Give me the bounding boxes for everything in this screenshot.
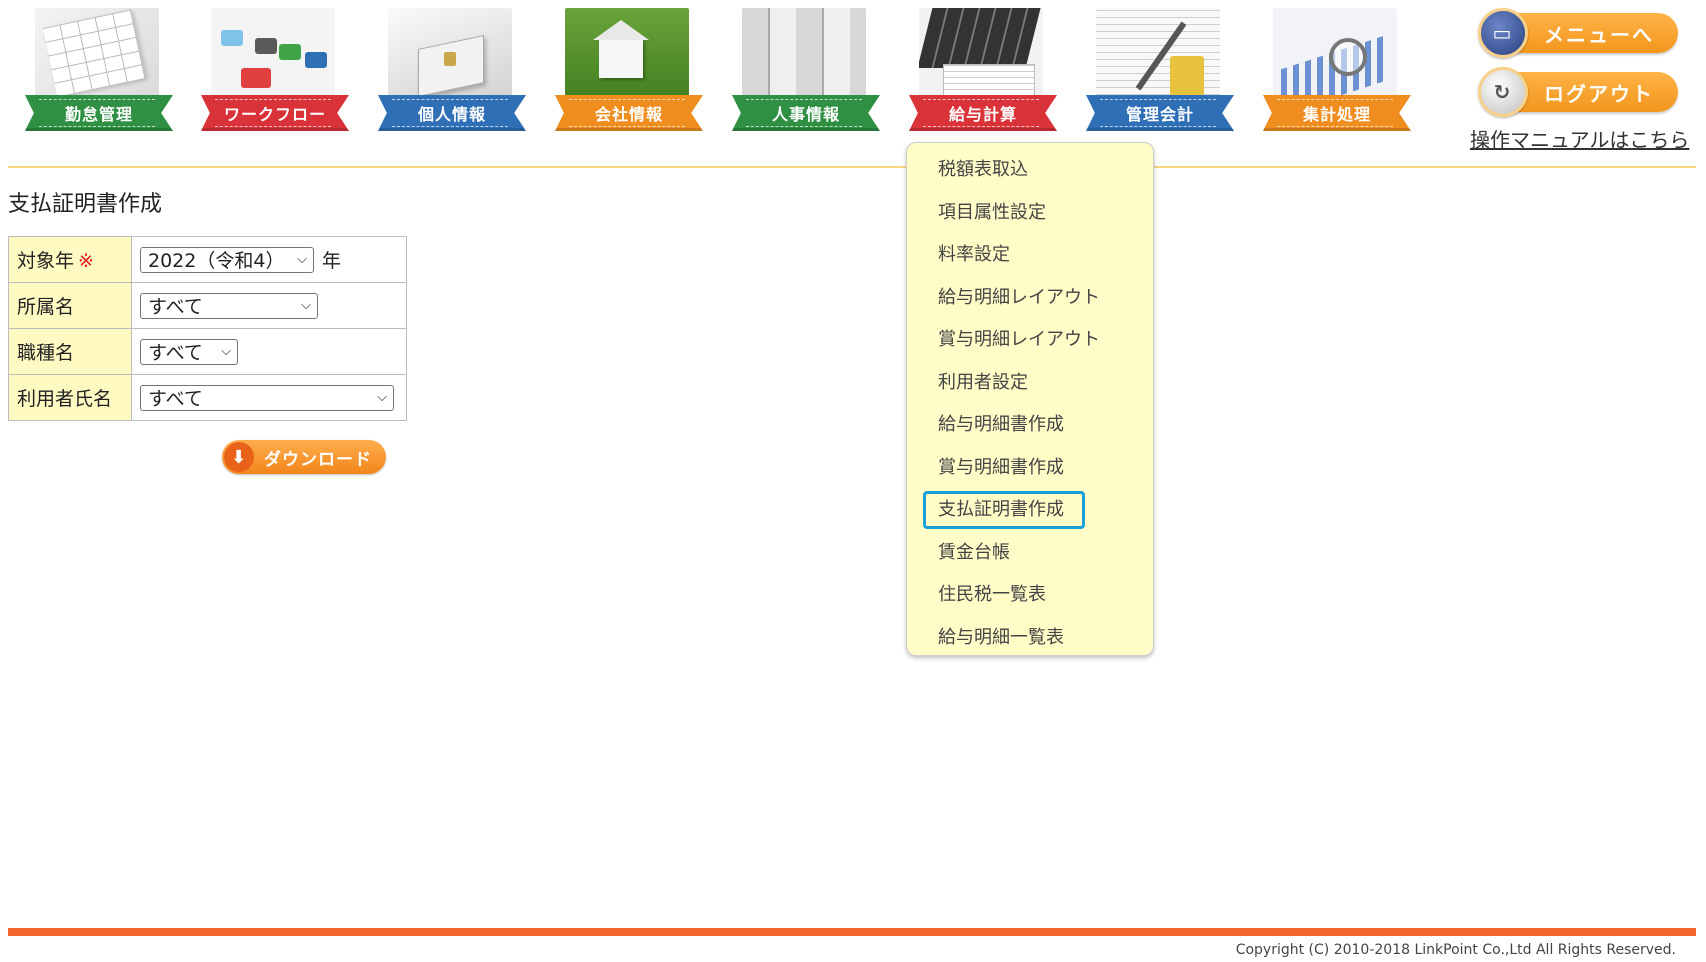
nav-tile-attendance[interactable]: 勤怠管理: [25, 8, 173, 132]
chevron-down-icon: ⌵: [301, 298, 311, 313]
menu-button-label: メニューへ: [1544, 22, 1654, 47]
user-name-select-value: すべて: [148, 388, 203, 410]
user-name-label: 利用者氏名: [17, 388, 113, 410]
year-label: 対象年: [17, 250, 75, 272]
year-label-cell: 対象年 ※: [8, 236, 132, 283]
menu-item-wage-ledger[interactable]: 賃金台帳: [907, 533, 1153, 576]
year-unit: 年: [322, 250, 342, 272]
menu-item-bonus-slip-layout[interactable]: 賞与明細レイアウト: [907, 320, 1153, 363]
menu-item-payment-certificate-creation[interactable]: 支払証明書作成: [907, 490, 1153, 533]
menu-item-item-attribute-settings[interactable]: 項目属性設定: [907, 193, 1153, 236]
form-row-user-name: 利用者氏名 すべて ⌵: [8, 374, 407, 421]
copyright-text: Copyright (C) 2010-2018 LinkPoint Co.,Lt…: [1235, 942, 1676, 958]
download-button[interactable]: ⬇ ダウンロード: [222, 440, 386, 474]
padlock-icon: [388, 8, 512, 108]
nav-label: 会社情報: [594, 105, 663, 124]
logout-button[interactable]: ↻ ログアウト: [1478, 67, 1678, 117]
menu-item-payslip-creation[interactable]: 給与明細書作成: [907, 405, 1153, 448]
form-row-department: 所属名 すべて ⌵: [8, 282, 407, 329]
menu-item-bonus-slip-creation[interactable]: 賞与明細書作成: [907, 448, 1153, 491]
nav-tile-company-info[interactable]: 会社情報: [555, 8, 703, 132]
nav-ribbon-payroll[interactable]: 給与計算: [909, 95, 1057, 131]
nav-ribbon-hr-info[interactable]: 人事情報: [732, 95, 880, 131]
chevron-down-icon: ⌵: [377, 390, 387, 405]
job-type-label-cell: 職種名: [8, 328, 132, 375]
menu-item-payslip-layout[interactable]: 給与明細レイアウト: [907, 278, 1153, 321]
logout-button-label: ログアウト: [1544, 81, 1654, 106]
manual-link[interactable]: 操作マニュアルはこちら: [1470, 124, 1689, 153]
file-cabinet-icon: [742, 8, 866, 108]
menu-icon: ▭: [1478, 8, 1528, 58]
job-type-label: 職種名: [17, 342, 75, 364]
nav-tile-personal-info[interactable]: 個人情報: [378, 8, 526, 132]
ledger-pen-icon: [1096, 8, 1220, 108]
magnifier-chart-icon: [1273, 8, 1397, 108]
department-value-cell: すべて ⌵: [131, 282, 407, 329]
calendar-icon: [35, 8, 159, 108]
payroll-dropdown-menu: 税額表取込 項目属性設定 料率設定 給与明細レイアウト 賞与明細レイアウト 利用…: [906, 142, 1154, 656]
job-type-value-cell: すべて ⌵: [131, 328, 407, 375]
footer-divider: [8, 928, 1696, 936]
menu-item-user-settings[interactable]: 利用者設定: [907, 363, 1153, 406]
chevron-down-icon: ⌵: [297, 252, 307, 267]
house-icon: [565, 8, 689, 108]
nav-tile-payroll[interactable]: 給与計算: [909, 8, 1057, 132]
form-row-job-type: 職種名 すべて ⌵: [8, 328, 407, 375]
download-button-label: ダウンロード: [264, 449, 372, 470]
nav-ribbon-workflow[interactable]: ワークフロー: [201, 95, 349, 131]
year-value-cell: 2022（令和4） ⌵ 年: [131, 236, 407, 283]
nav-label: 個人情報: [417, 105, 486, 124]
menu-item-tax-table-import[interactable]: 税額表取込: [907, 150, 1153, 193]
required-mark: ※: [78, 250, 94, 272]
job-type-select[interactable]: すべて ⌵: [140, 338, 238, 365]
nav-label: 集計処理: [1302, 105, 1371, 124]
search-form: 対象年※ 2022（令和4） ⌵ 年 所属名 すべて ⌵ 職種名 すべて ⌵: [8, 236, 407, 421]
menu-button[interactable]: ▭ メニューへ: [1478, 8, 1678, 58]
department-label: 所属名: [17, 296, 75, 318]
workflow-icon: [211, 8, 335, 108]
nav-label: ワークフロー: [223, 105, 326, 124]
nav-tile-workflow[interactable]: ワークフロー: [201, 8, 349, 132]
menu-item-payslip-list[interactable]: 給与明細一覧表: [907, 618, 1153, 661]
nav-label: 勤怠管理: [64, 105, 133, 124]
dropdown-list: 税額表取込 項目属性設定 料率設定 給与明細レイアウト 賞与明細レイアウト 利用…: [907, 143, 1153, 660]
department-select-value: すべて: [148, 296, 203, 318]
chevron-down-icon: ⌵: [221, 344, 231, 359]
form-row-year: 対象年 ※ 2022（令和4） ⌵ 年: [8, 236, 407, 283]
user-name-label-cell: 利用者氏名: [8, 374, 132, 421]
page-title: 支払証明書作成: [8, 192, 163, 217]
nav-label: 給与計算: [948, 105, 1017, 124]
nav-ribbon-personal-info[interactable]: 個人情報: [378, 95, 526, 131]
nav-label: 管理会計: [1125, 105, 1194, 124]
user-name-value-cell: すべて ⌵: [131, 374, 407, 421]
nav-tile-aggregation[interactable]: 集計処理: [1263, 8, 1411, 132]
nav-ribbon-attendance[interactable]: 勤怠管理: [25, 95, 173, 131]
year-select-value: 2022（令和4）: [148, 250, 285, 272]
header-divider: [8, 166, 1696, 168]
user-name-select[interactable]: すべて ⌵: [140, 384, 394, 411]
nav-label: 人事情報: [771, 105, 840, 124]
department-select[interactable]: すべて ⌵: [140, 292, 318, 319]
menu-item-resident-tax-list[interactable]: 住民税一覧表: [907, 575, 1153, 618]
year-select[interactable]: 2022（令和4） ⌵: [140, 246, 314, 273]
department-label-cell: 所属名: [8, 282, 132, 329]
nav-ribbon-company-info[interactable]: 会社情報: [555, 95, 703, 131]
refresh-icon: ↻: [1478, 67, 1528, 117]
calculator-icon: [919, 8, 1043, 108]
nav-ribbon-management-accounting[interactable]: 管理会計: [1086, 95, 1234, 131]
nav-ribbon-aggregation[interactable]: 集計処理: [1263, 95, 1411, 131]
job-type-select-value: すべて: [148, 342, 203, 364]
download-icon: ⬇: [224, 442, 254, 472]
nav-tile-management-accounting[interactable]: 管理会計: [1086, 8, 1234, 132]
nav-tile-hr-info[interactable]: 人事情報: [732, 8, 880, 132]
menu-item-rate-settings[interactable]: 料率設定: [907, 235, 1153, 278]
